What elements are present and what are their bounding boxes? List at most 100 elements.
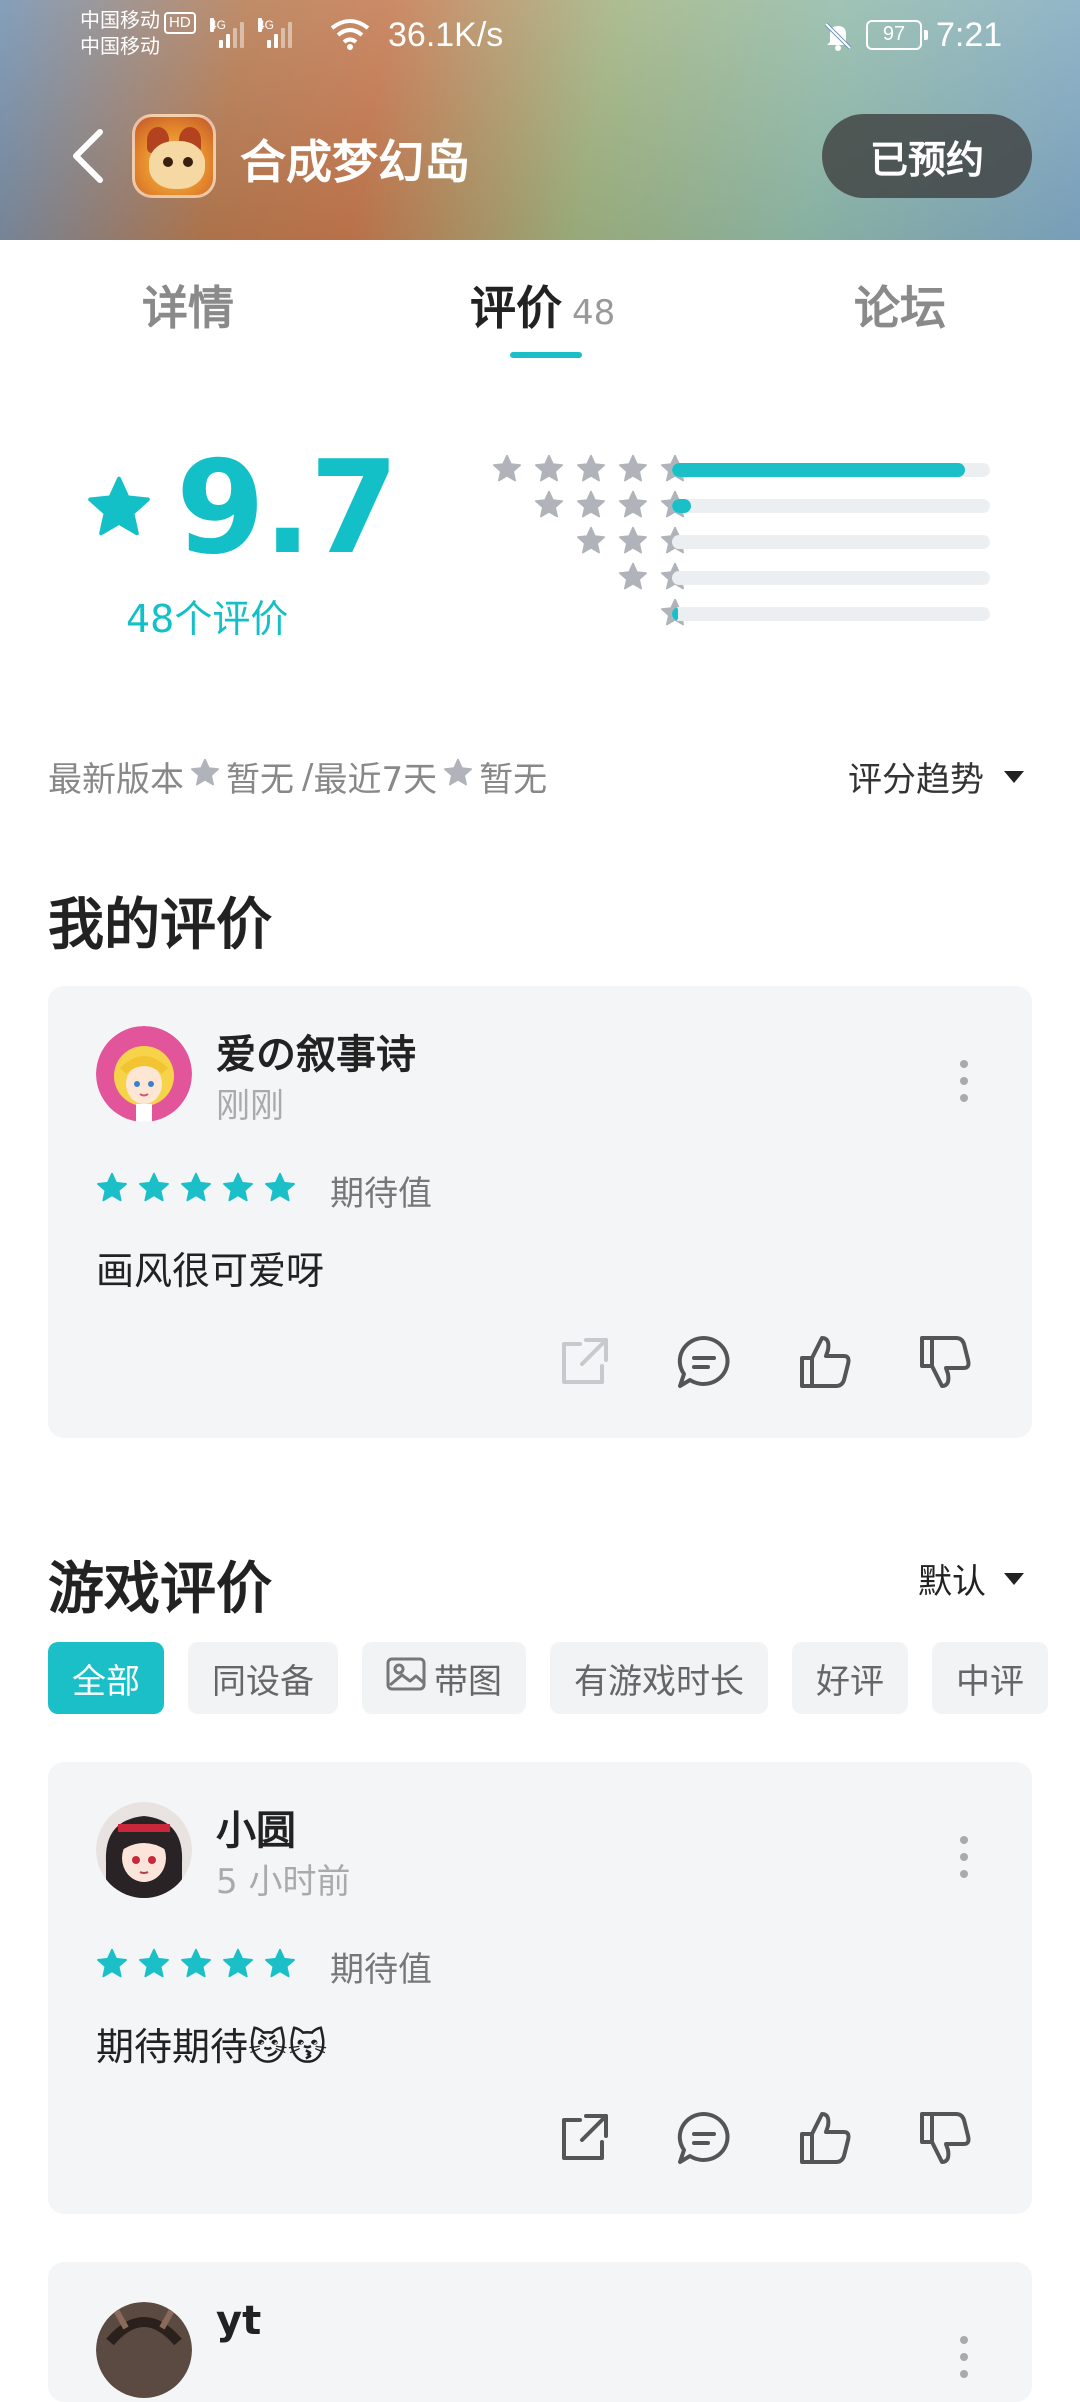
star-icon xyxy=(180,1948,212,1984)
share-icon[interactable] xyxy=(548,1326,620,1398)
back-arrow-icon[interactable] xyxy=(66,126,110,186)
star-icon xyxy=(576,526,606,560)
star-icon xyxy=(534,454,564,488)
review-card[interactable]: 小圆 5 小时前 期待值 期待期待😼😽 xyxy=(48,1762,1032,2214)
sort-dropdown[interactable]: 默认 xyxy=(918,1554,1024,1603)
star-icon xyxy=(618,490,648,524)
star-icon xyxy=(222,1948,254,1984)
filter-neutral[interactable]: 中评 xyxy=(932,1642,1048,1714)
username[interactable]: 小圆 xyxy=(216,1798,296,1856)
app-icon xyxy=(132,114,216,198)
star-icon xyxy=(534,490,564,524)
thumbs-up-icon[interactable] xyxy=(788,1326,860,1398)
more-options-icon[interactable] xyxy=(960,1060,968,1102)
review-count: 48个评价 xyxy=(126,597,289,641)
comment-icon[interactable] xyxy=(668,2102,740,2174)
reserved-button[interactable]: 已预约 xyxy=(822,114,1032,198)
sort-label: 默认 xyxy=(918,1562,986,1602)
review-stars xyxy=(96,1948,296,1984)
recent-ratings: 最新版本 暂无 / 最近7天 暂无 xyxy=(48,752,547,801)
thumbs-up-icon[interactable] xyxy=(788,2102,860,2174)
header-banner: 中国移动 HD 中国移动 4G 4G 36.1K/s 97 7:21 合成梦幻岛 … xyxy=(0,0,1080,240)
latest-version-value: 暂无 xyxy=(226,760,294,800)
filter-all[interactable]: 全部 xyxy=(48,1642,164,1714)
distribution-stars xyxy=(534,490,690,524)
recent-7-days-value: 暂无 xyxy=(479,760,548,800)
star-icon xyxy=(222,1172,254,1208)
network-type-1: 4G xyxy=(210,18,227,32)
rating-type-label: 期待值 xyxy=(330,1950,432,1990)
separator: / xyxy=(302,756,314,797)
caret-down-icon xyxy=(1004,770,1024,783)
filter-with-image[interactable]: 带图 xyxy=(362,1642,526,1714)
star-icon xyxy=(138,1172,170,1208)
status-bar: 中国移动 HD 中国移动 4G 4G 36.1K/s 97 7:21 xyxy=(0,0,1080,70)
rating-trend-label: 评分趋势 xyxy=(848,760,984,800)
filter-positive[interactable]: 好评 xyxy=(792,1642,908,1714)
network-speed: 36.1K/s xyxy=(388,16,504,54)
review-text: 画风很可爱呀 xyxy=(96,1249,325,1293)
distribution-row xyxy=(450,490,990,520)
distribution-row xyxy=(450,562,990,592)
tab-forum[interactable]: 论坛 xyxy=(854,272,946,338)
thumbs-down-icon[interactable] xyxy=(908,1326,980,1398)
star-icon xyxy=(96,1948,128,1984)
star-icon xyxy=(618,454,648,488)
username[interactable]: yt xyxy=(216,2298,261,2344)
review-time: 刚刚 xyxy=(216,1086,284,1126)
carrier-2: 中国移动 xyxy=(80,36,160,58)
distribution-bar-fill xyxy=(672,463,965,477)
distribution-bar-fill xyxy=(672,499,692,513)
star-icon xyxy=(138,1948,170,1984)
filter-same-device[interactable]: 同设备 xyxy=(188,1642,338,1714)
star-icon xyxy=(618,562,648,596)
distribution-row xyxy=(450,526,990,556)
distribution-bar-track xyxy=(672,463,990,477)
more-options-icon[interactable] xyxy=(960,2336,968,2378)
more-options-icon[interactable] xyxy=(960,1836,968,1878)
review-filters: 全部 同设备 带图 有游戏时长 好评 中评 xyxy=(48,1642,1048,1714)
star-icon xyxy=(618,526,648,560)
avatar[interactable] xyxy=(96,1802,192,1898)
review-text: 期待期待😼😽 xyxy=(96,2025,328,2069)
avatar[interactable] xyxy=(96,1026,192,1122)
distribution-bar-track xyxy=(672,499,990,513)
star-icon xyxy=(576,454,606,488)
star-icon xyxy=(190,757,220,797)
comment-icon[interactable] xyxy=(668,1326,740,1398)
distribution-stars xyxy=(492,454,690,488)
filter-label: 有游戏时长 xyxy=(574,1661,744,1702)
muted-bell-icon xyxy=(822,20,854,57)
battery-indicator: 97 xyxy=(866,20,928,50)
tab-details[interactable]: 详情 xyxy=(142,272,234,338)
review-actions xyxy=(548,2102,980,2174)
star-icon xyxy=(264,1172,296,1208)
username[interactable]: 爱の叙事诗 xyxy=(216,1022,416,1080)
star-icon xyxy=(264,1948,296,1984)
review-card[interactable]: yt xyxy=(48,2262,1032,2402)
thumbs-down-icon[interactable] xyxy=(908,2102,980,2174)
review-actions xyxy=(548,1326,980,1398)
rating-trend-dropdown[interactable]: 评分趋势 xyxy=(848,752,1024,801)
score-star-icon xyxy=(86,476,152,544)
filter-playtime[interactable]: 有游戏时长 xyxy=(550,1642,768,1714)
distribution-bar-track xyxy=(672,607,990,621)
star-icon xyxy=(492,454,522,488)
my-review-title: 我的评价 xyxy=(48,893,272,958)
review-stars xyxy=(96,1172,296,1208)
tab-reviews[interactable]: 评价 48 xyxy=(470,272,615,338)
share-icon[interactable] xyxy=(548,2102,620,2174)
signal-icon: 4G 4G xyxy=(210,18,292,48)
caret-down-icon xyxy=(1004,1572,1024,1585)
latest-version-label: 最新版本 xyxy=(48,760,184,800)
average-score: 9.7 xyxy=(176,434,399,583)
app-title: 合成梦幻岛 xyxy=(240,135,470,189)
distribution-bar-track xyxy=(672,571,990,585)
avatar[interactable] xyxy=(96,2302,192,2398)
star-icon xyxy=(96,1172,128,1208)
star-icon xyxy=(576,490,606,524)
distribution-row xyxy=(450,454,990,484)
my-review-card[interactable]: 爱の叙事诗 刚刚 期待值 画风很可爱呀 xyxy=(48,986,1032,1438)
image-icon xyxy=(386,1657,426,1700)
recent-7-days-label: 最近7天 xyxy=(313,760,438,800)
